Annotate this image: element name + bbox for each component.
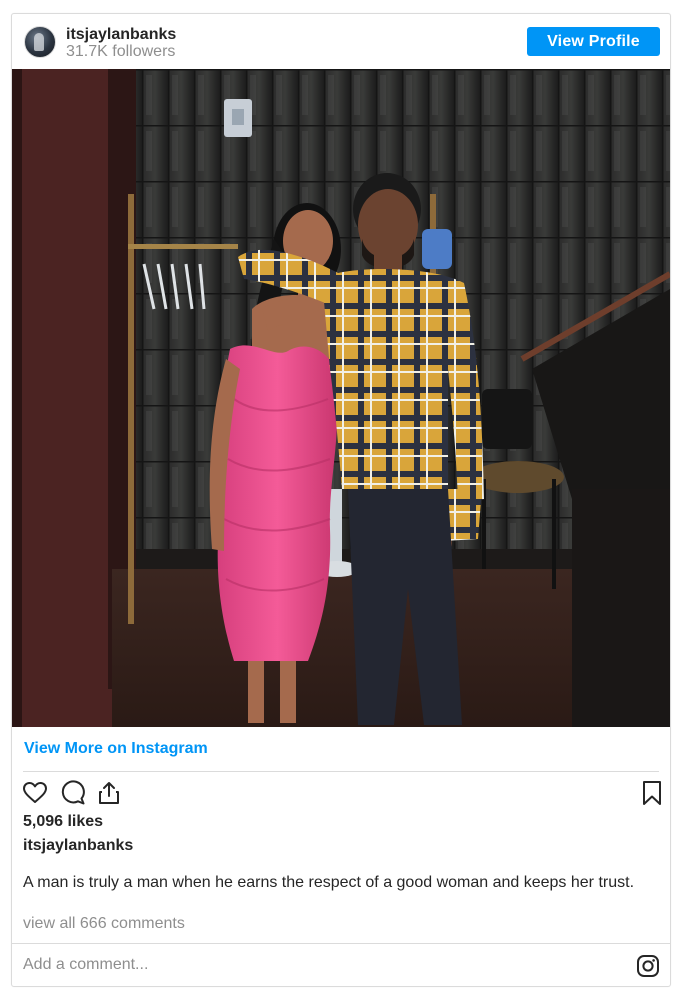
heart-icon[interactable]: [22, 780, 48, 806]
avatar[interactable]: [24, 26, 56, 58]
caption-text: A man is truly a man when he earns the r…: [23, 874, 635, 891]
divider: [12, 943, 670, 944]
action-bar: [22, 780, 661, 808]
view-more-link[interactable]: View More on Instagram: [24, 740, 208, 758]
view-profile-button[interactable]: View Profile: [527, 27, 660, 56]
view-all-comments-link[interactable]: view all 666 comments: [23, 915, 185, 933]
follower-count: 31.7K followers: [66, 43, 176, 60]
like-count[interactable]: 5,096 likes: [23, 813, 103, 831]
share-icon[interactable]: [96, 780, 122, 806]
comment-icon[interactable]: [60, 780, 86, 806]
caption-username[interactable]: itsjaylanbanks: [23, 837, 133, 855]
post-photo[interactable]: [12, 69, 670, 727]
add-comment-input[interactable]: Add a comment...: [23, 956, 148, 974]
header-username[interactable]: itsjaylanbanks: [66, 26, 176, 43]
divider: [23, 771, 659, 772]
post-header: itsjaylanbanks 31.7K followers View Prof…: [12, 14, 670, 69]
instagram-embed-card: itsjaylanbanks 31.7K followers View Prof…: [11, 13, 671, 987]
instagram-icon[interactable]: [636, 954, 660, 978]
bookmark-icon[interactable]: [639, 780, 665, 806]
